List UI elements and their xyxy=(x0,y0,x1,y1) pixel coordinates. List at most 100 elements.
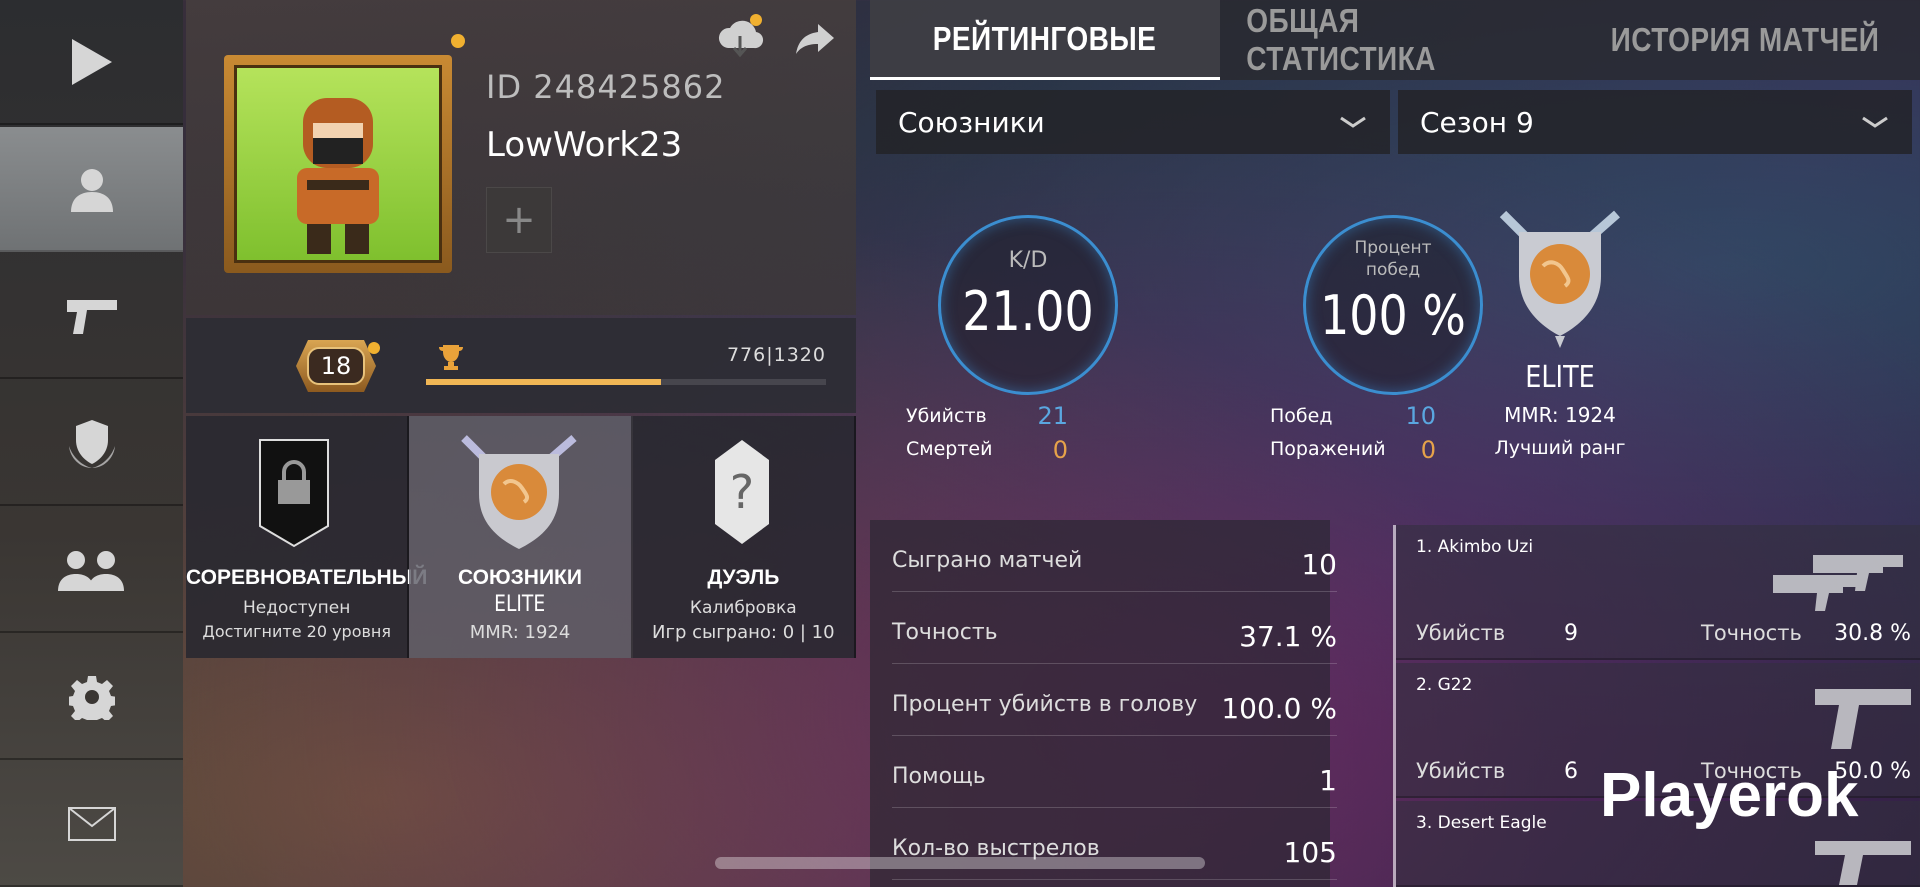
winrate-circle: Процент побед 100 % xyxy=(1303,215,1483,395)
stat-value: 1 xyxy=(1319,764,1337,797)
stat-value: 105 xyxy=(1283,836,1337,869)
list-item: Точность 37.1 % xyxy=(892,592,1337,664)
xp-text: 776|1320 xyxy=(726,344,826,366)
season-select[interactable]: Сезон 9 xyxy=(1398,90,1912,154)
mode-title: ДУЭЛЬ xyxy=(707,566,780,589)
season-select-value: Сезон 9 xyxy=(1420,105,1534,139)
list-item: Помощь 1 xyxy=(892,736,1337,808)
mode-title: СОРЕВНОВАТЕЛЬНЫЙ xyxy=(186,566,428,589)
sidebar-item-settings[interactable] xyxy=(0,635,183,760)
weapon-name: 3. Desert Eagle xyxy=(1416,813,1547,833)
stats-tabs: РЕЙТИНГОВЫЕ ОБЩАЯ СТАТИСТИКА ИСТОРИЯ МАТ… xyxy=(870,0,1920,80)
svg-text:?: ? xyxy=(729,465,753,519)
mode-select[interactable]: Союзники xyxy=(876,90,1390,154)
chevron-down-icon xyxy=(1862,116,1888,128)
stat-label: Процент убийств в голову xyxy=(892,692,1198,717)
top-weapons: 1. Akimbo Uzi Убийств 9 Точность 30.8 % … xyxy=(1393,525,1920,887)
kd-circle: K/D 21.00 xyxy=(938,215,1118,395)
share-arrow-icon xyxy=(796,24,834,54)
sidebar-item-profile[interactable] xyxy=(0,127,183,252)
level-value: 18 xyxy=(306,347,366,385)
mode-status: Недоступен xyxy=(242,598,351,618)
player-id: ID 248425862 xyxy=(486,68,726,106)
tab-general-stats[interactable]: ОБЩАЯ СТАТИСТИКА xyxy=(1246,0,1544,80)
sidebar-item-play[interactable] xyxy=(0,0,183,125)
weapon-kills-label: Убийств xyxy=(1416,621,1506,645)
sidebar-item-mail[interactable] xyxy=(0,762,183,887)
summary-stats: K/D 21.00 Процент побед 100 % Убийств 21… xyxy=(870,165,1920,515)
level-badge: 18 xyxy=(296,340,376,392)
tab-label: РЕЙТИНГОВЫЕ xyxy=(933,19,1157,57)
sidebar xyxy=(0,0,183,887)
mode-games-played: Игр сыграно: 0 | 10 xyxy=(652,622,835,643)
kd-value: 21.00 xyxy=(962,280,1094,343)
friends-icon xyxy=(57,550,124,591)
mode-status: Калибровка xyxy=(689,598,797,618)
mode-mmr: MMR: 1924 xyxy=(469,622,571,643)
gear-icon xyxy=(68,675,115,720)
watermark: Playerok xyxy=(1600,761,1859,830)
kills-value: 21 xyxy=(1037,402,1068,430)
player-name: LowWork23 xyxy=(486,125,683,165)
stat-value: 37.1 % xyxy=(1239,620,1337,653)
stat-value: 100.0 % xyxy=(1221,692,1337,725)
losses-value: 0 xyxy=(1420,436,1436,464)
list-item: Кол-во выстрелов 105 xyxy=(892,808,1337,880)
share-button[interactable] xyxy=(794,22,836,60)
sidebar-item-friends[interactable] xyxy=(0,508,183,633)
mode-card-allies[interactable]: СОЮЗНИКИ ELITE MMR: 1924 xyxy=(409,416,633,658)
mode-cards: СОРЕВНОВАТЕЛЬНЫЙ Недоступен Достигните 2… xyxy=(186,416,856,658)
mail-icon xyxy=(67,806,116,841)
stat-label: Помощь xyxy=(892,764,986,789)
shield-emblem-icon xyxy=(68,419,115,468)
mode-card-duel[interactable]: ? ДУЭЛЬ Калибровка Игр сыграно: 0 | 10 xyxy=(632,416,856,658)
weapon-name: 1. Akimbo Uzi xyxy=(1416,537,1534,557)
uzi-icon xyxy=(1773,555,1903,611)
winrate-value: 100 % xyxy=(1320,284,1466,347)
profile-panel: ID 248425862 LowWork23 + xyxy=(186,0,856,315)
weapon-kills-value: 6 xyxy=(1564,759,1578,784)
home-indicator[interactable] xyxy=(715,857,1205,869)
weapon-accuracy-value: 30.8 % xyxy=(1834,621,1911,646)
notification-dot xyxy=(368,342,380,354)
deaths-value: 0 xyxy=(1052,436,1068,464)
mode-select-value: Союзники xyxy=(898,105,1045,139)
add-button[interactable]: + xyxy=(486,187,552,253)
stat-value: 10 xyxy=(1301,548,1337,581)
pistol-icon xyxy=(66,299,117,334)
winrate-label: побед xyxy=(1365,260,1421,280)
sidebar-item-weapons[interactable] xyxy=(0,254,183,379)
play-icon xyxy=(71,38,112,85)
wins-value: 10 xyxy=(1405,402,1436,430)
mode-card-competitive[interactable]: СОРЕВНОВАТЕЛЬНЫЙ Недоступен Достигните 2… xyxy=(186,416,428,658)
unknown-rank-icon: ? xyxy=(714,440,769,544)
lock-icon xyxy=(259,439,329,548)
stat-label: Сыграно матчей xyxy=(892,548,1083,573)
mode-requirement: Достигните 20 уровня xyxy=(202,622,392,641)
weapon-name: 2. G22 xyxy=(1416,675,1473,695)
stat-label: Точность xyxy=(892,620,998,645)
sidebar-item-rank[interactable] xyxy=(0,381,183,506)
stats-list: Сыграно матчей 10 Точность 37.1 % Процен… xyxy=(870,520,1337,887)
weapon-accuracy-label: Точность xyxy=(1701,621,1802,645)
tab-match-history[interactable]: ИСТОРИЯ МАТЧЕЙ xyxy=(1596,0,1894,80)
rank-name: ELITE xyxy=(1525,360,1595,395)
rank-caption: Лучший ранг xyxy=(1494,437,1626,459)
chevron-down-icon xyxy=(1340,116,1366,128)
tab-ranked[interactable]: РЕЙТИНГОВЫЕ xyxy=(870,0,1220,80)
profile-icon xyxy=(70,168,113,212)
avatar[interactable] xyxy=(224,55,452,273)
mode-title: СОЮЗНИКИ xyxy=(458,566,582,589)
trophy-icon xyxy=(439,345,463,370)
desert-eagle-icon xyxy=(1815,841,1911,885)
level-bar: 18 776|1320 xyxy=(186,318,856,413)
list-item: Сыграно матчей 10 xyxy=(892,520,1337,592)
weapon-kills-label: Убийств xyxy=(1416,759,1506,783)
mode-rank: ELITE xyxy=(494,592,546,617)
weapon-kills-value: 9 xyxy=(1564,621,1578,646)
kd-label: K/D xyxy=(1008,248,1048,273)
notification-dot xyxy=(451,34,465,48)
download-cloud-button[interactable] xyxy=(716,14,764,64)
pistol-icon xyxy=(1815,689,1911,749)
weapon-card[interactable]: 1. Akimbo Uzi Убийств 9 Точность 30.8 % xyxy=(1396,525,1920,660)
